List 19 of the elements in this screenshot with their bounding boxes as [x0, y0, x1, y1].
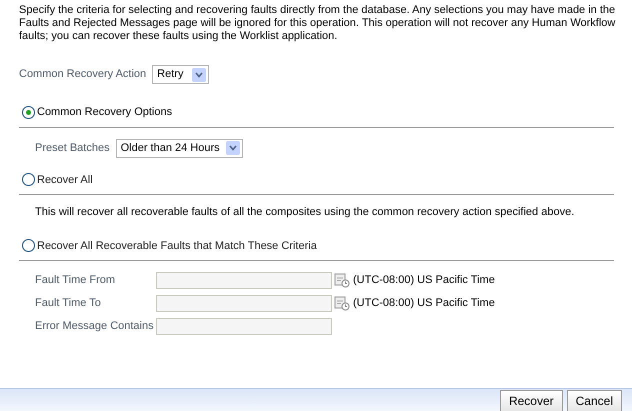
preset-batches-select[interactable]: Older than 24 Hours — [116, 138, 243, 158]
radio-label[interactable]: Recover All — [37, 172, 93, 188]
radio-label[interactable]: Common Recovery Options — [37, 104, 172, 120]
radio-button[interactable] — [22, 239, 35, 252]
action-button[interactable]: Cancel — [566, 390, 622, 411]
description-text: This will recover all recoverable faults of all the composites using the common recovery action specified above. — [34, 205, 576, 220]
intro-text: Specify the criteria for selecting and recovering faults directly from the database. Any selections you may have made in the Faults and Rejected Messages page will be ignored for this operation. This operation will not recover any Human Workflow faults; you can recover these faults using the Worklist application. — [19, 4, 616, 43]
field-label: Fault Time To — [35, 296, 102, 311]
radio-label[interactable]: Recover All Recoverable Faults that Match These Criteria — [37, 238, 317, 254]
recovery-action-select[interactable]: Retry — [152, 65, 210, 84]
timezone-text: (UTC-08:00) US Pacific Time — [353, 272, 495, 288]
timezone-text: (UTC-08:00) US Pacific Time — [353, 296, 495, 311]
field-label: Preset Batches — [35, 140, 110, 156]
field-label: Fault Time From — [35, 272, 116, 288]
radio-button[interactable] — [22, 173, 35, 186]
radio-button[interactable] — [22, 106, 35, 119]
field-label: Common Recovery Action — [19, 67, 146, 82]
field-label: Error Message Contains — [35, 318, 155, 334]
action-button[interactable]: Recover — [500, 390, 563, 411]
